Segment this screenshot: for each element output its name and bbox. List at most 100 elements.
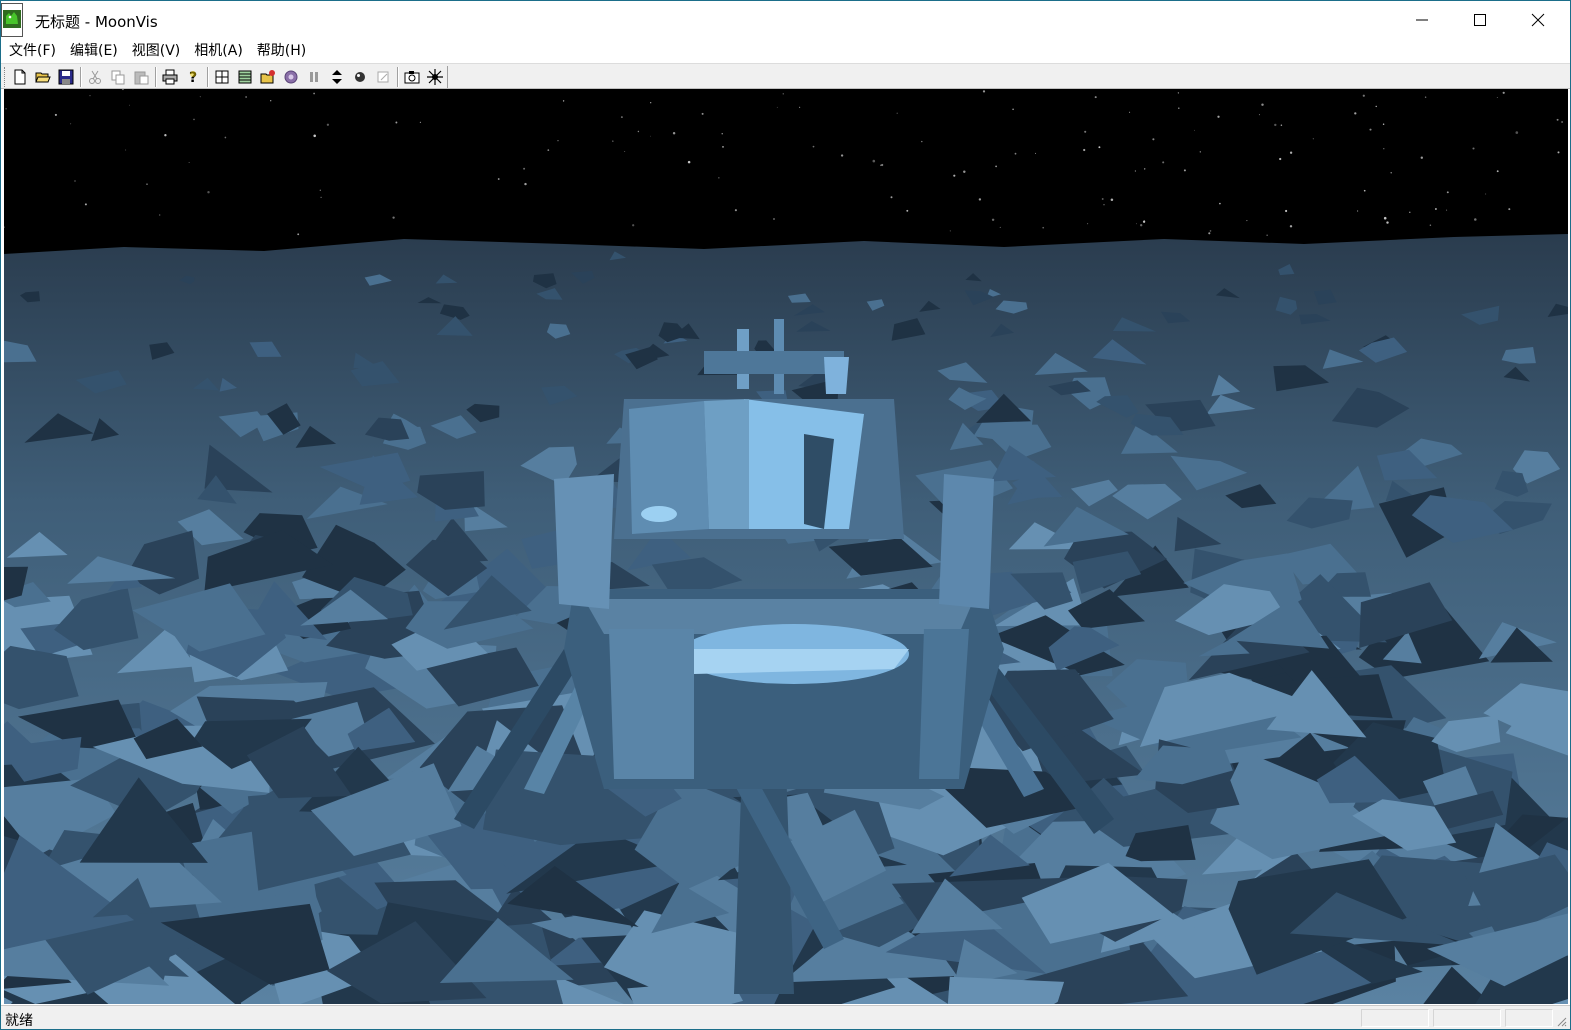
star <box>1219 202 1221 205</box>
star <box>953 174 956 177</box>
star <box>1152 138 1155 141</box>
maximize-button[interactable] <box>1451 1 1509 39</box>
toolbar-separator <box>207 67 209 87</box>
light-button[interactable] <box>426 68 444 86</box>
star <box>799 106 801 108</box>
star <box>1557 151 1560 154</box>
star <box>890 196 893 199</box>
settings-button[interactable] <box>282 68 300 86</box>
camera-button[interactable] <box>403 68 421 86</box>
title-bar: 无标题 - MoonVis <box>1 1 1570 39</box>
star <box>1289 151 1293 154</box>
grid-view-button[interactable] <box>213 68 231 86</box>
copy-button[interactable] <box>109 68 127 86</box>
star <box>1446 191 1449 194</box>
star <box>1383 216 1387 220</box>
star <box>497 178 500 180</box>
refresh-button[interactable] <box>328 68 346 86</box>
3d-viewport[interactable] <box>4 89 1568 1004</box>
star <box>146 183 148 185</box>
star <box>320 196 322 199</box>
copy-icon <box>111 70 125 85</box>
edit-button[interactable] <box>374 68 392 86</box>
star <box>718 177 720 179</box>
star <box>896 112 898 114</box>
status-pane <box>1505 1009 1553 1027</box>
star <box>1134 170 1137 172</box>
star <box>193 118 195 121</box>
star <box>1472 147 1475 150</box>
help-button[interactable]: ? <box>184 68 202 86</box>
star <box>687 160 691 164</box>
star <box>632 224 635 227</box>
star <box>1369 128 1372 131</box>
menu-camera[interactable]: 相机(A) <box>187 39 250 63</box>
star <box>1209 230 1212 232</box>
star <box>159 214 161 216</box>
close-button[interactable] <box>1509 1 1567 39</box>
star <box>89 95 91 97</box>
star <box>1383 148 1385 150</box>
star <box>1183 169 1186 172</box>
paste-button[interactable] <box>132 68 150 86</box>
app-icon[interactable] <box>1 3 23 37</box>
star <box>1357 210 1359 212</box>
save-button[interactable] <box>57 68 75 86</box>
toolbar-grip[interactable] <box>4 67 7 87</box>
star <box>650 102 652 104</box>
star <box>921 140 923 143</box>
star <box>1178 107 1180 109</box>
star <box>991 218 995 222</box>
star <box>1208 232 1211 235</box>
star <box>1285 209 1288 213</box>
grid-view-icon <box>215 70 229 84</box>
toolbar-separator <box>397 67 399 87</box>
resize-grip-icon[interactable] <box>1555 1015 1567 1027</box>
star <box>74 180 76 182</box>
status-bar: 就绪 <box>1 1005 1570 1029</box>
star <box>392 216 395 219</box>
star <box>721 133 723 135</box>
star <box>1362 94 1365 97</box>
star <box>772 217 776 221</box>
star <box>1390 172 1392 174</box>
star <box>982 90 986 93</box>
star <box>1035 152 1037 154</box>
open-button[interactable] <box>34 68 52 86</box>
star <box>672 131 676 135</box>
sphere-button[interactable] <box>351 68 369 86</box>
new-file-button[interactable] <box>11 68 29 86</box>
star <box>1485 193 1487 195</box>
paste-icon <box>134 71 149 85</box>
star <box>1266 234 1268 236</box>
pause-button[interactable] <box>305 68 323 86</box>
refresh-icon <box>332 70 342 84</box>
star <box>1101 198 1104 200</box>
star <box>776 106 778 108</box>
load-model-button[interactable] <box>259 68 277 86</box>
load-model-icon <box>260 70 275 84</box>
star <box>54 113 57 116</box>
star <box>1199 151 1201 153</box>
list-view-button[interactable] <box>236 68 254 86</box>
star <box>624 151 626 152</box>
star <box>881 163 884 167</box>
minimize-button[interactable] <box>1393 1 1451 39</box>
star <box>1144 168 1146 170</box>
menu-help[interactable]: 帮助(H) <box>250 39 313 63</box>
open-folder-icon <box>35 72 51 83</box>
star <box>1502 91 1505 94</box>
star <box>995 165 997 168</box>
star <box>1561 121 1564 123</box>
status-pane <box>1361 1009 1429 1027</box>
star <box>637 130 640 133</box>
menu-file[interactable]: 文件(F) <box>1 39 63 63</box>
menu-view[interactable]: 视图(V) <box>125 39 188 63</box>
star <box>1409 211 1411 213</box>
menu-edit[interactable]: 编辑(E) <box>63 39 125 63</box>
star <box>1446 209 1448 211</box>
main-window: 无标题 - MoonVis 文件(F) 编辑(E) 视图(V) 相机(A) 帮助… <box>0 0 1571 1030</box>
status-pane <box>1433 1009 1501 1027</box>
print-button[interactable] <box>161 68 179 86</box>
cut-button[interactable] <box>86 68 104 86</box>
